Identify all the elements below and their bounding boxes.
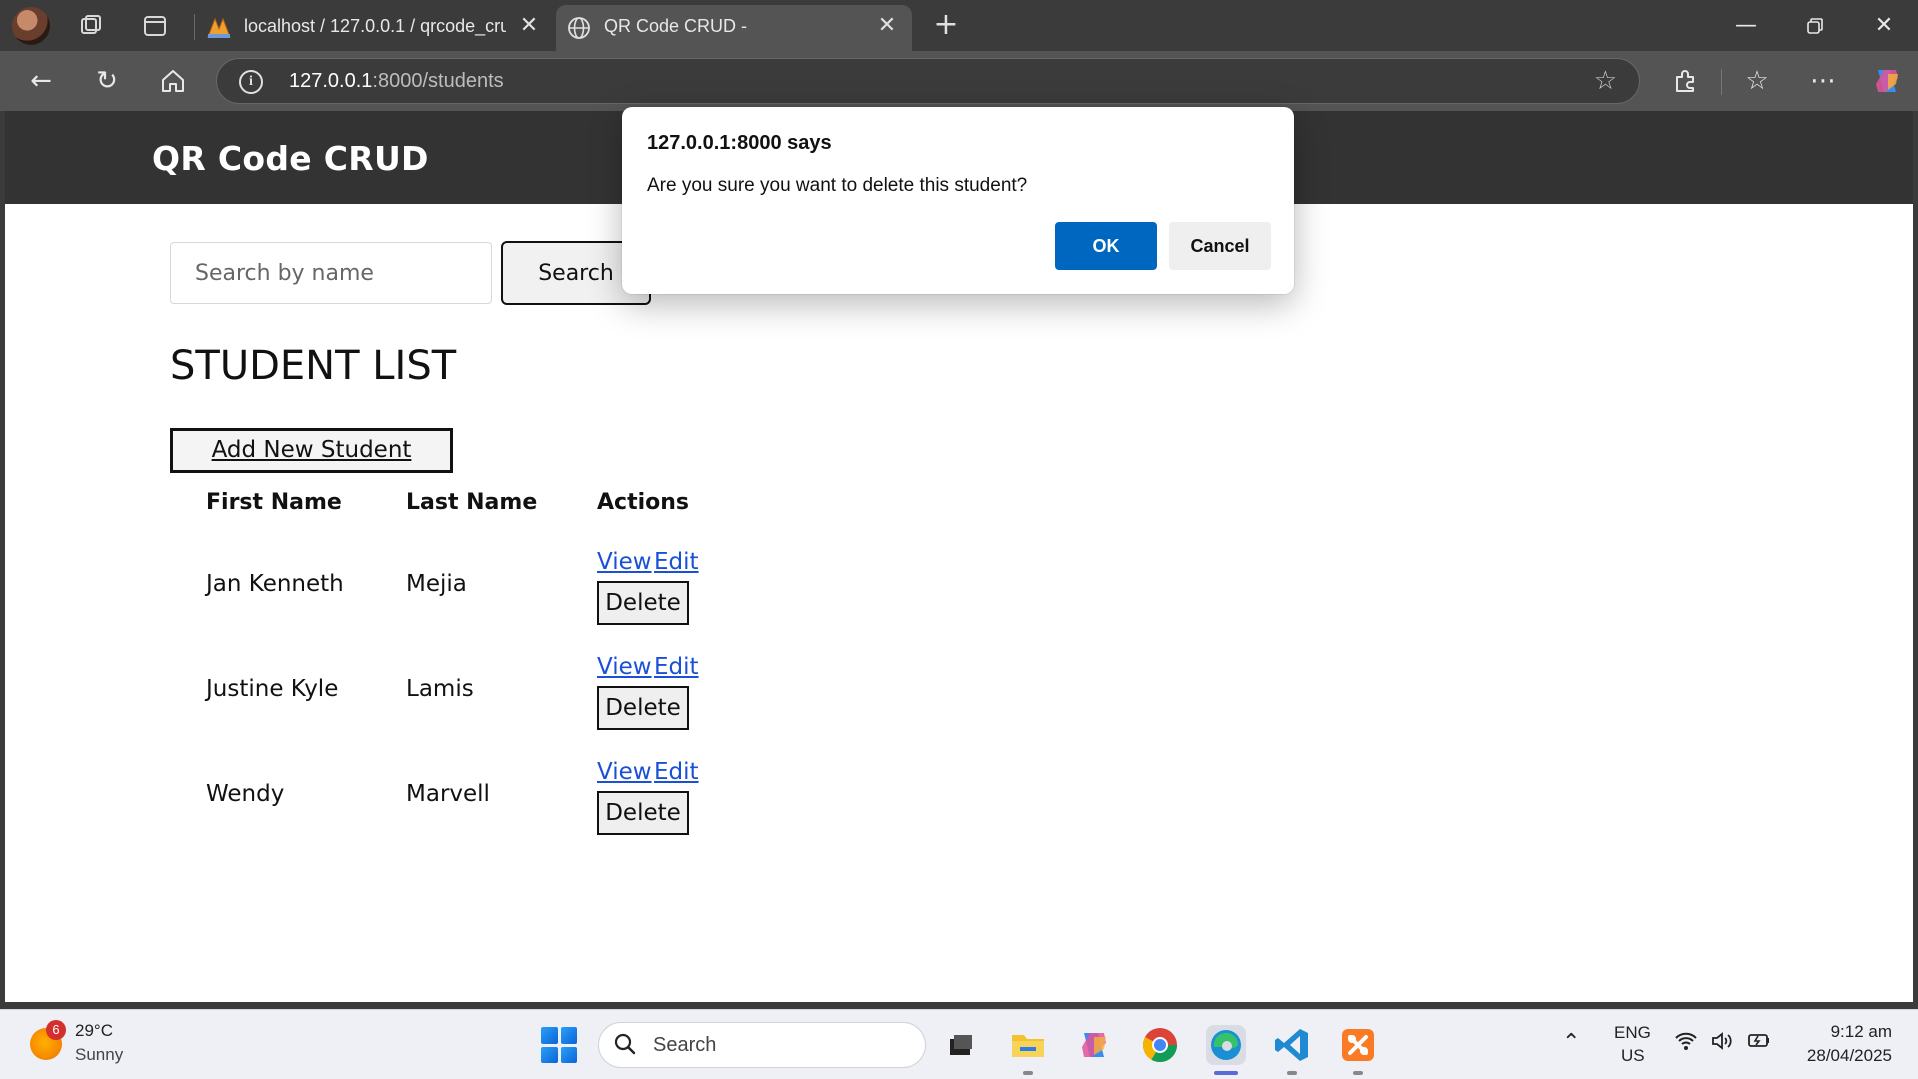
edit-link[interactable]: Edit (654, 654, 699, 680)
running-indicator (1353, 1071, 1363, 1075)
favorites-icon[interactable]: ☆ (1740, 64, 1774, 98)
battery-charging-icon[interactable] (1746, 1030, 1772, 1057)
column-header-actions: Actions (597, 490, 689, 515)
close-tab-icon[interactable]: ✕ (874, 13, 900, 39)
refresh-icon[interactable]: ↻ (90, 64, 124, 98)
address-bar[interactable]: i 127.0.0.1:8000/students ☆ (216, 58, 1640, 104)
wifi-icon[interactable] (1674, 1030, 1698, 1057)
weather-condition: Sunny (75, 1045, 124, 1064)
back-icon[interactable]: ← (24, 64, 58, 98)
browser-navbar: ← ↻ i 127.0.0.1:8000/students ☆ ☆ ⋯ (0, 51, 1918, 111)
first-name-cell: Justine Kyle (206, 676, 339, 702)
tab-qr-code-crud[interactable]: QR Code CRUD - ✕ (556, 5, 912, 51)
clock-time[interactable]: 9:12 am (1831, 1022, 1892, 1042)
address-url[interactable]: 127.0.0.1:8000/students (289, 70, 504, 93)
taskbar: 6 29°C Sunny Search ⌃ ENG US 9:12 am 28/… (0, 1009, 1918, 1079)
chrome-icon[interactable] (1140, 1025, 1180, 1065)
toolbar-separator (1721, 69, 1722, 95)
tab-label: QR Code CRUD - (604, 16, 748, 36)
delete-button[interactable]: Delete (597, 686, 689, 730)
chevron-up-icon[interactable]: ⌃ (1562, 1030, 1580, 1055)
active-indicator (1214, 1071, 1238, 1075)
keyboard-layout-indicator[interactable]: US (1621, 1046, 1645, 1066)
last-name-cell: Mejia (406, 571, 467, 597)
search-input[interactable] (170, 242, 492, 304)
view-link[interactable]: View (597, 654, 652, 680)
dialog-message: Are you sure you want to delete this stu… (647, 175, 1028, 196)
taskbar-search[interactable]: Search (598, 1022, 926, 1068)
copilot-app-icon[interactable] (1074, 1025, 1114, 1065)
volume-icon[interactable] (1710, 1030, 1734, 1057)
workspaces-icon[interactable] (76, 11, 106, 41)
delete-button[interactable]: Delete (597, 581, 689, 625)
first-name-cell: Wendy (206, 781, 285, 807)
edit-link[interactable]: Edit (654, 549, 699, 575)
copilot-icon[interactable] (1870, 64, 1904, 98)
column-header-first-name: First Name (206, 490, 342, 515)
search-icon (613, 1032, 637, 1062)
vscode-icon[interactable] (1272, 1025, 1312, 1065)
running-indicator (1023, 1071, 1033, 1075)
more-menu-icon[interactable]: ⋯ (1806, 64, 1840, 98)
column-header-last-name: Last Name (406, 490, 538, 515)
add-new-student-button[interactable]: Add New Student (170, 428, 453, 473)
ok-button[interactable]: OK (1055, 222, 1157, 270)
close-tab-icon[interactable]: ✕ (516, 13, 542, 39)
home-icon[interactable] (156, 64, 190, 98)
start-button[interactable] (541, 1027, 577, 1063)
xampp-icon[interactable] (1338, 1025, 1378, 1065)
language-indicator[interactable]: ENG (1614, 1023, 1651, 1043)
running-indicator (1287, 1071, 1297, 1075)
page-title: STUDENT LIST (170, 343, 457, 389)
browser-titlebar: localhost / 127.0.0.1 / qrcode_crud ✕ QR… (0, 0, 1918, 51)
restore-icon[interactable] (1795, 9, 1835, 43)
last-name-cell: Marvell (406, 781, 490, 807)
globe-icon (566, 15, 592, 41)
extensions-icon[interactable] (1668, 64, 1702, 98)
tab-label: localhost / 127.0.0.1 / qrcode_crud (244, 16, 506, 36)
file-explorer-icon[interactable] (1008, 1025, 1048, 1065)
new-tab-icon[interactable]: + (930, 10, 962, 42)
edge-icon[interactable] (1206, 1025, 1246, 1065)
notification-badge: 6 (46, 1020, 66, 1040)
first-name-cell: Jan Kenneth (206, 571, 344, 597)
site-title: QR Code CRUD (152, 139, 429, 178)
tab-phpmyadmin[interactable]: localhost / 127.0.0.1 / qrcode_crud ✕ (196, 5, 554, 51)
taskbar-search-label: Search (653, 1034, 717, 1056)
minimize-icon[interactable]: — (1726, 9, 1766, 43)
edit-link[interactable]: Edit (654, 759, 699, 785)
cancel-button[interactable]: Cancel (1169, 222, 1271, 270)
favorite-star-icon[interactable]: ☆ (1594, 66, 1617, 96)
phpmyadmin-icon (206, 15, 232, 41)
site-info-icon[interactable]: i (239, 70, 263, 94)
weather-temperature: 29°C (75, 1021, 113, 1040)
profile-avatar[interactable] (12, 7, 50, 45)
delete-button[interactable]: Delete (597, 791, 689, 835)
confirm-dialog: 127.0.0.1:8000 says Are you sure you wan… (622, 107, 1294, 294)
tab-separator (194, 14, 195, 40)
close-window-icon[interactable]: ✕ (1864, 9, 1904, 43)
view-link[interactable]: View (597, 549, 652, 575)
clock-date[interactable]: 28/04/2025 (1807, 1046, 1892, 1066)
dialog-title: 127.0.0.1:8000 says (647, 132, 832, 154)
vertical-tabs-icon[interactable] (140, 11, 170, 41)
task-view-icon[interactable] (940, 1025, 980, 1065)
view-link[interactable]: View (597, 759, 652, 785)
last-name-cell: Lamis (406, 676, 474, 702)
